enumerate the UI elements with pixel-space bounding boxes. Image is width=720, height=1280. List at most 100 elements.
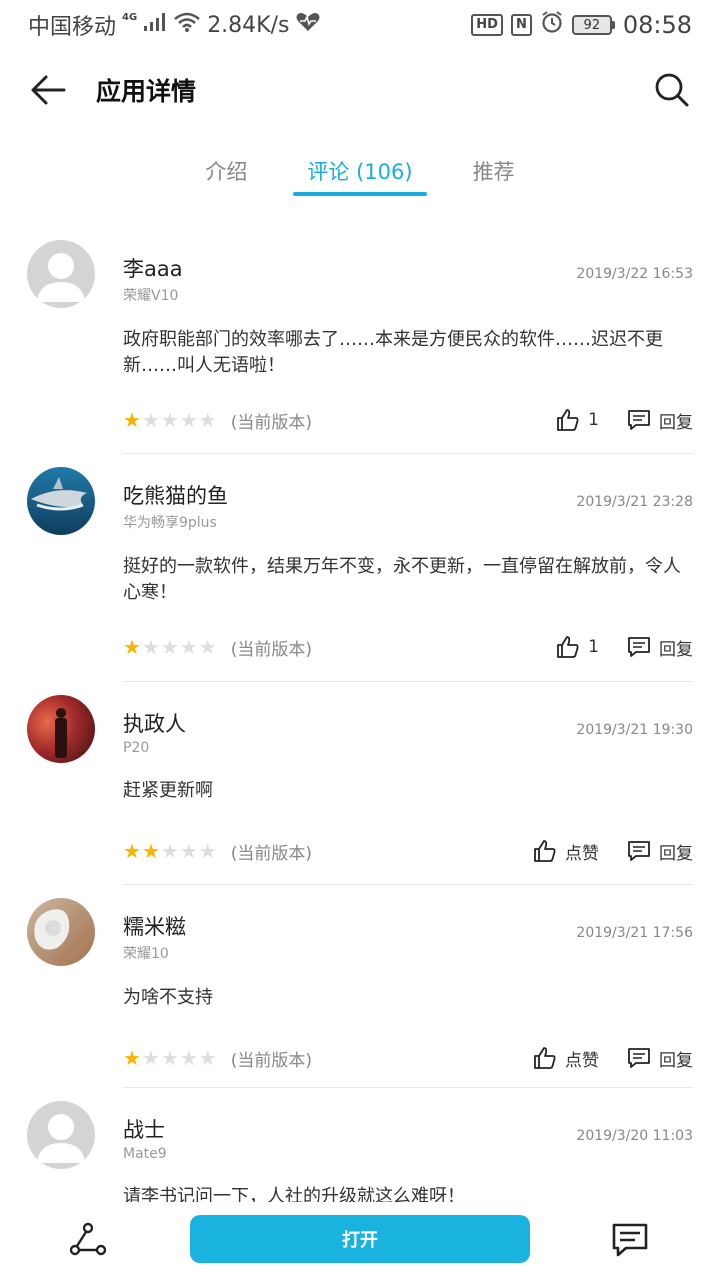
version-label: (当前版本): [230, 639, 312, 660]
review-item: 糯米糍 荣耀10 2019/3/21 17:56 为啥不支持 ★ ★ ★ ★ ★ (当前…: [0, 885, 720, 1087]
open-app-button[interactable]: 打开: [190, 1215, 530, 1263]
reply-label: 回复: [659, 412, 693, 433]
battery-icon: 92: [571, 15, 615, 35]
alarm-icon: [540, 10, 564, 40]
star-rating: ★ ★ ★ ★ ★: [123, 637, 217, 657]
like-button[interactable]: 1: [556, 408, 599, 432]
reply-label: 回复: [659, 843, 693, 864]
tab-bar: 介绍 评论 (106) 推荐: [0, 150, 720, 200]
star-icon: ★: [160, 635, 179, 659]
review-footer: ★ ★ ★ ★ ★ (当前版本) 1 回复: [123, 400, 693, 440]
reply-button[interactable]: 回复: [627, 839, 693, 864]
reply-icon: [628, 410, 650, 430]
review-date: 2019/3/20 11:03: [576, 1128, 693, 1144]
star-icon: ★: [198, 635, 217, 659]
review-footer: ★ ★ ★ ★ ★ (当前版本) 1 回复: [123, 627, 693, 667]
review-item: 李aaa 荣耀V10 2019/3/22 16:53 政府职能部门的效率哪去了……: [0, 220, 720, 453]
star-icon: ★: [141, 408, 160, 432]
thumbs-up-icon: [534, 840, 556, 862]
review-item: 执政人 P20 2019/3/21 19:30 赶紧更新啊 ★ ★ ★ ★ ★ (当前版…: [0, 682, 720, 884]
reviewer-device: 华为畅享9plus: [123, 515, 217, 531]
carrier-label: 中国移动: [28, 15, 117, 40]
reply-button[interactable]: 回复: [627, 635, 693, 660]
review-text: 政府职能部门的效率哪去了……本来是方便民众的软件……迟迟不更新……叫人无语啦！: [123, 329, 663, 376]
reply-label: 回复: [659, 639, 693, 660]
reply-button[interactable]: 回复: [627, 1046, 693, 1071]
battery-level: 92: [571, 15, 612, 35]
review-date: 2019/3/21 19:30: [576, 722, 693, 738]
shark-photo-avatar[interactable]: [27, 467, 95, 535]
network-type: 4G: [122, 11, 138, 23]
reply-icon: [628, 1048, 650, 1068]
hd-badge: HD: [471, 14, 503, 36]
review-date: 2019/3/21 23:28: [576, 494, 693, 510]
star-icon: ★: [179, 839, 198, 863]
reply-button[interactable]: 回复: [627, 408, 693, 433]
tab-intro[interactable]: 介绍: [191, 150, 261, 196]
review-item: 吃熊猫的鱼 华为畅享9plus 2019/3/21 23:28 挺好的一款软件，…: [0, 454, 720, 681]
reviewer-device: P20: [123, 740, 150, 756]
star-icon: ★: [160, 1046, 179, 1070]
like-label: 点赞: [565, 843, 599, 864]
review-text: 为啥不支持: [123, 987, 213, 1008]
thumbs-up-icon: [534, 1047, 556, 1069]
star-icon: ★: [141, 635, 160, 659]
star-rating: ★ ★ ★ ★ ★: [123, 1048, 217, 1068]
back-arrow-icon[interactable]: [28, 70, 68, 110]
star-icon: ★: [123, 839, 141, 863]
like-button[interactable]: 点赞: [533, 839, 599, 864]
plush-photo-avatar[interactable]: [27, 898, 95, 966]
review-footer: ★ ★ ★ ★ ★ (当前版本) 点赞 回复: [123, 1038, 693, 1078]
write-comment-icon[interactable]: [610, 1220, 650, 1264]
signal-icon: [143, 12, 167, 38]
star-rating: ★ ★ ★ ★ ★: [123, 841, 217, 861]
review-date: 2019/3/21 17:56: [576, 925, 693, 941]
default-avatar[interactable]: [27, 240, 95, 308]
like-button[interactable]: 点赞: [533, 1046, 599, 1071]
reply-label: 回复: [659, 1050, 693, 1071]
star-icon: ★: [198, 839, 217, 863]
star-icon: ★: [198, 408, 217, 432]
default-avatar[interactable]: [27, 1101, 95, 1169]
status-bar: 中国移动 4G 2.84K/s HD N 92 08:58: [0, 0, 720, 50]
clock: 08:58: [622, 11, 692, 39]
star-icon: ★: [141, 839, 160, 863]
page-title: 应用详情: [96, 77, 197, 106]
review-item: 战士 Mate9 2019/3/20 11:03 请李书记问一下，人社的升级就这…: [0, 1088, 720, 1202]
reviewer-device: Mate9: [123, 1146, 167, 1162]
share-icon[interactable]: [68, 1220, 108, 1264]
star-icon: ★: [179, 1046, 198, 1070]
network-speed: 2.84K/s: [207, 12, 290, 38]
bottom-action-bar: 打开: [0, 1202, 720, 1280]
like-count: 1: [588, 410, 599, 430]
search-icon[interactable]: [652, 70, 692, 110]
review-text: 挺好的一款软件，结果万年不变，永不更新，一直停留在解放前，令人心寒！: [123, 556, 681, 603]
version-label: (当前版本): [230, 1050, 312, 1071]
like-label: 点赞: [565, 1050, 599, 1071]
review-list: 李aaa 荣耀V10 2019/3/22 16:53 政府职能部门的效率哪去了……: [0, 220, 720, 1202]
star-icon: ★: [179, 635, 198, 659]
thumbs-up-icon: [557, 409, 579, 431]
heartbeat-icon: [295, 11, 321, 39]
star-icon: ★: [179, 408, 198, 432]
star-icon: ★: [141, 1046, 160, 1070]
star-icon: ★: [123, 1046, 141, 1070]
like-button[interactable]: 1: [556, 635, 599, 659]
star-icon: ★: [123, 408, 141, 432]
tab-recommend[interactable]: 推荐: [459, 150, 529, 196]
reply-icon: [628, 841, 650, 861]
nfc-icon: N: [510, 14, 532, 36]
review-footer: ★ ★ ★ ★ ★ (当前版本) 点赞 回复: [123, 831, 693, 871]
like-count: 1: [588, 637, 599, 657]
reply-icon: [628, 637, 650, 657]
star-icon: ★: [160, 408, 179, 432]
star-icon: ★: [160, 839, 179, 863]
review-text: 赶紧更新啊: [123, 780, 213, 801]
reviewer-device: 荣耀10: [123, 946, 169, 962]
tab-reviews[interactable]: 评论 (106): [293, 150, 427, 196]
version-label: (当前版本): [230, 843, 312, 864]
person-photo-avatar[interactable]: [27, 695, 95, 763]
star-icon: ★: [198, 1046, 217, 1070]
thumbs-up-icon: [557, 636, 579, 658]
review-text: 请李书记问一下，人社的升级就这么难呀！: [123, 1186, 465, 1202]
